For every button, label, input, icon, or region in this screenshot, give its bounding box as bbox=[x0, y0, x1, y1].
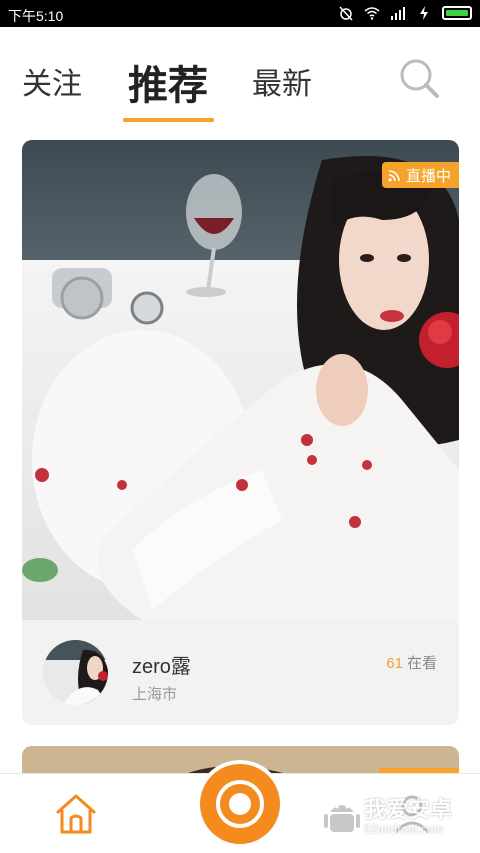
go-live-button[interactable] bbox=[196, 760, 284, 848]
active-tab-indicator bbox=[123, 118, 214, 122]
alarm-off-icon bbox=[339, 6, 353, 21]
card-info: zero露 上海市 61 在看 bbox=[22, 620, 459, 725]
signal-icon bbox=[391, 7, 405, 20]
charging-icon bbox=[420, 6, 428, 20]
live-card[interactable]: 直播中 zero露 上海市 61 在看 bbox=[22, 140, 459, 725]
tab-recommend[interactable]: 推荐 bbox=[128, 53, 208, 111]
search-icon[interactable] bbox=[396, 55, 442, 101]
status-time: 下午5:10 bbox=[8, 8, 64, 24]
battery-icon bbox=[442, 6, 472, 20]
avatar[interactable] bbox=[43, 640, 108, 705]
tab-latest[interactable]: 最新 bbox=[252, 59, 312, 103]
live-record-icon bbox=[200, 764, 280, 844]
cover-illustration bbox=[22, 140, 459, 620]
live-badge-label: 直播中 bbox=[405, 167, 451, 185]
status-bar: 下午5:10 bbox=[0, 0, 480, 27]
host-location: 上海市 bbox=[132, 686, 178, 703]
live-record-dot bbox=[229, 793, 251, 815]
home-icon[interactable] bbox=[52, 790, 100, 838]
status-icons bbox=[338, 5, 472, 21]
wifi-icon bbox=[364, 7, 380, 20]
avatar-image bbox=[43, 640, 108, 705]
watermark: 我爱安卓 52android.com bbox=[322, 788, 472, 844]
rss-icon bbox=[388, 169, 400, 182]
bottom-nav: 我爱安卓 52android.com bbox=[0, 760, 480, 853]
viewer-count-number: 61 bbox=[386, 655, 403, 672]
watermark-subtitle: 52android.com bbox=[364, 822, 444, 836]
viewer-count-label: 在看 bbox=[406, 655, 437, 672]
viewer-count: 61 在看 bbox=[386, 652, 437, 673]
tab-follow[interactable]: 关注 bbox=[22, 59, 82, 103]
host-name: zero露 bbox=[132, 656, 191, 678]
android-logo-icon bbox=[324, 805, 360, 832]
live-status-badge: 直播中 bbox=[381, 162, 459, 188]
watermark-title: 我爱安卓 bbox=[364, 797, 453, 822]
top-nav: 关注 推荐 最新 bbox=[0, 27, 480, 127]
live-cover-image[interactable]: 直播中 bbox=[22, 140, 459, 620]
